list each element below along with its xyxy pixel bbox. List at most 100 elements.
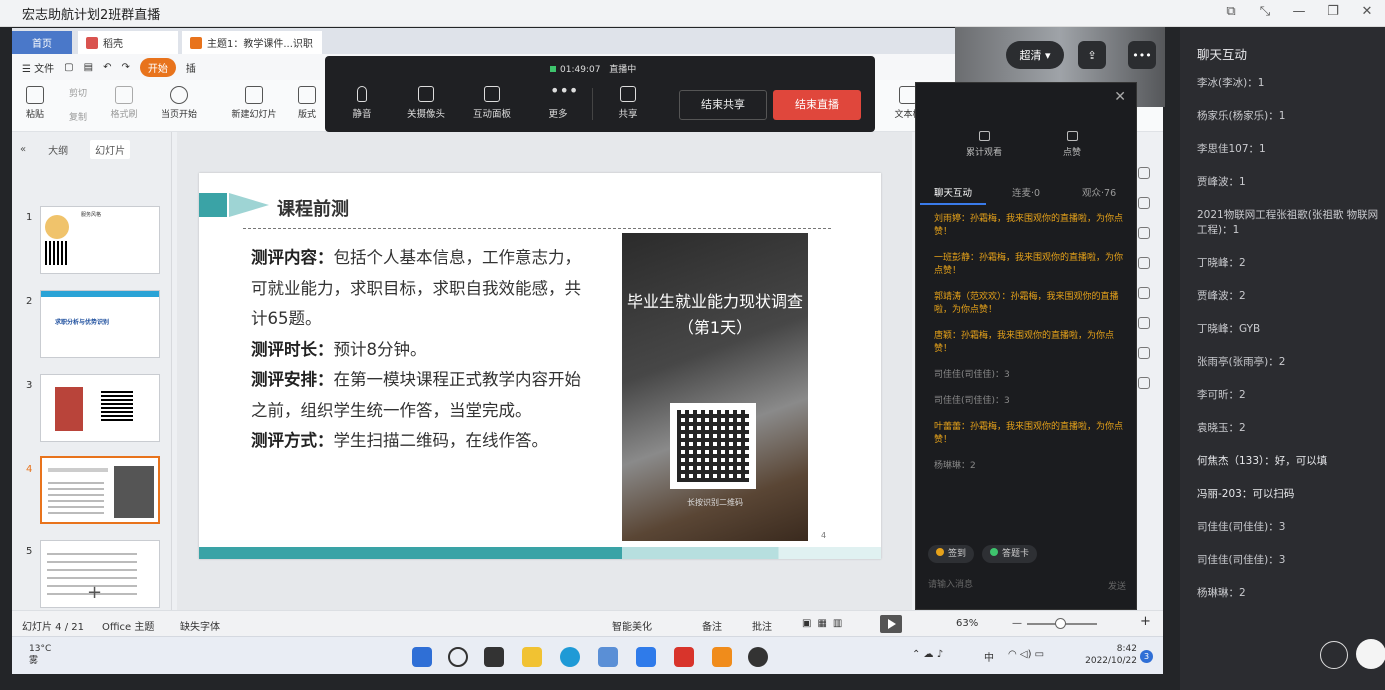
- end-share-button[interactable]: 结束共享: [679, 90, 767, 120]
- comments-button[interactable]: 批注: [752, 618, 772, 633]
- more-label: 更多: [548, 109, 568, 120]
- wps-icon[interactable]: [674, 647, 694, 667]
- app-icon[interactable]: [712, 647, 732, 667]
- add-slide-button[interactable]: +: [87, 582, 102, 603]
- layout-button[interactable]: 版式: [292, 86, 322, 120]
- slide-thumbnail-3[interactable]: [40, 374, 160, 442]
- weather-widget[interactable]: 13°C 雾: [29, 643, 51, 667]
- slide-thumbnail-4[interactable]: [40, 456, 160, 524]
- undo-icon[interactable]: ↶: [103, 62, 111, 73]
- photo-title: 毕业生就业能力现状调查（第1天）: [626, 292, 803, 337]
- interaction-panel-button[interactable]: 互动面板: [465, 86, 519, 120]
- notification-badge[interactable]: 3: [1140, 650, 1153, 663]
- share-button[interactable]: 共享: [601, 86, 655, 120]
- close-icon[interactable]: ✕: [1359, 4, 1375, 19]
- restore-icon[interactable]: ❐: [1325, 4, 1341, 19]
- network-volume-icons[interactable]: ◠ ◁) ▭: [1008, 649, 1044, 660]
- tool-icon[interactable]: [1138, 287, 1150, 299]
- signin-button[interactable]: 签到: [928, 545, 975, 563]
- minimize-icon[interactable]: —: [1291, 4, 1307, 19]
- link-icon[interactable]: [1320, 641, 1348, 669]
- tab-audience[interactable]: 观众·76: [1082, 185, 1116, 199]
- chat-message: 贾峰波：1: [1197, 176, 1246, 188]
- paste-button[interactable]: 粘贴: [20, 86, 50, 120]
- save-icon[interactable]: ▢: [64, 62, 73, 73]
- camera-off-button[interactable]: 关摄像头: [399, 86, 453, 120]
- tool-icon[interactable]: [1138, 197, 1150, 209]
- wps-tab-home[interactable]: 首页: [12, 31, 72, 54]
- print-icon[interactable]: ▤: [84, 62, 93, 73]
- tool-icon[interactable]: [1138, 347, 1150, 359]
- pip-icon[interactable]: ⧉: [1223, 4, 1239, 19]
- overlay-message-input[interactable]: 请输入消息: [928, 577, 973, 590]
- tool-icon[interactable]: [1138, 167, 1150, 179]
- zoom-slider-knob[interactable]: [1055, 618, 1066, 629]
- start-icon[interactable]: [412, 647, 432, 667]
- like-icon[interactable]: [1356, 639, 1385, 669]
- tool-icon[interactable]: [1138, 377, 1150, 389]
- tool-icon[interactable]: [1138, 227, 1150, 239]
- file-menu[interactable]: ☰ 文件: [22, 60, 54, 75]
- redo-icon[interactable]: ↷: [121, 62, 129, 73]
- start-tab[interactable]: 开始: [139, 57, 176, 77]
- overlay-message: 一班彭静：孙霜梅，我来围观你的直播啦，为你点赞！: [934, 253, 1124, 276]
- zoom-level[interactable]: 63%: [956, 618, 978, 629]
- cut-button[interactable]: 剪切: [58, 86, 98, 99]
- thumb-title: 服务风格: [81, 212, 102, 218]
- mute-button[interactable]: 静音: [335, 86, 389, 120]
- copy-button[interactable]: 复制: [58, 110, 98, 123]
- close-icon[interactable]: ✕: [1114, 89, 1126, 105]
- media-player-icon[interactable]: [748, 647, 768, 667]
- chat-message: 杨琳琳：2: [1197, 587, 1246, 599]
- more-options-button[interactable]: •••: [1128, 41, 1156, 69]
- overlay-send-button[interactable]: 发送: [1108, 579, 1126, 592]
- answer-card-button[interactable]: 答题卡: [982, 545, 1038, 563]
- task-view-icon[interactable]: [484, 647, 504, 667]
- slide-thumbnail-2[interactable]: 求职分析与优势识别: [40, 290, 160, 358]
- slides-tab[interactable]: 幻灯片: [90, 140, 131, 159]
- fullscreen-icon[interactable]: ⤡: [1257, 4, 1273, 19]
- share-out-button[interactable]: ⇪: [1078, 41, 1106, 69]
- missing-font-button[interactable]: 缺失字体: [180, 618, 220, 633]
- overlay-message: 唐颖：孙霜梅，我来围观你的直播啦，为你点赞！: [934, 331, 1115, 354]
- format-painter-button[interactable]: 格式刷: [104, 86, 144, 120]
- theme-name: Office 主题: [102, 622, 155, 633]
- layout-icon: [298, 86, 316, 104]
- view-mode-icons[interactable]: ▣▦▥: [802, 618, 848, 629]
- tab-chat[interactable]: 聊天互动: [934, 185, 972, 199]
- insert-tab[interactable]: 插: [186, 60, 196, 75]
- edge-icon[interactable]: [560, 647, 580, 667]
- search-icon[interactable]: [448, 647, 468, 667]
- tray-icons[interactable]: ⌃ ☁ ♪: [912, 649, 943, 660]
- wps-tab-document[interactable]: 主题1：教学课件...识职: [182, 31, 322, 54]
- wps-tab-daoke[interactable]: 稻壳: [78, 31, 178, 54]
- current-slide[interactable]: 课程前测 测评内容：包括个人基本信息，工作意志力，可就业能力，求职目标，求职自我…: [199, 173, 881, 559]
- end-live-button[interactable]: 结束直播: [773, 90, 861, 120]
- notes-button[interactable]: 备注: [702, 618, 722, 633]
- active-tab-indicator: [920, 203, 986, 205]
- zoom-out-button[interactable]: —: [1012, 618, 1022, 629]
- tool-icon[interactable]: [1138, 317, 1150, 329]
- folder-icon[interactable]: [522, 647, 542, 667]
- collapse-panel-icon[interactable]: «: [20, 144, 26, 155]
- remote-icon[interactable]: [598, 647, 618, 667]
- live-interaction-overlay: ✕ 累计观看 点赞 聊天互动 连麦·0 观众·76 刘雨婷：孙霜梅，我来围观你的…: [915, 82, 1137, 610]
- taskbar-clock[interactable]: 8:42 2022/10/22: [1085, 643, 1137, 667]
- chat-message: 冯丽-203：可以扫码: [1197, 488, 1295, 500]
- more-button[interactable]: ••• 更多: [531, 83, 585, 121]
- tool-icon[interactable]: [1138, 257, 1150, 269]
- new-slide-button[interactable]: 新建幻灯片: [224, 86, 284, 120]
- smart-beautify-button[interactable]: 智能美化: [612, 618, 652, 633]
- tab-mic[interactable]: 连麦·0: [1012, 185, 1040, 199]
- slide-thumbnail-1[interactable]: 服务风格: [40, 206, 160, 274]
- outline-tab[interactable]: 大纲: [48, 142, 68, 157]
- zoom-slider[interactable]: [1027, 618, 1097, 629]
- ime-indicator[interactable]: 中: [984, 649, 994, 664]
- zoom-in-button[interactable]: +: [1140, 614, 1151, 629]
- live-status: 01:49:07 直播中: [550, 62, 636, 75]
- play-from-current-button[interactable]: 当页开始: [152, 86, 206, 120]
- tencent-meeting-icon[interactable]: [636, 647, 656, 667]
- quality-selector[interactable]: 超清 ▾: [1006, 41, 1064, 69]
- slideshow-play-button[interactable]: [880, 615, 902, 633]
- new-slide-label: 新建幻灯片: [231, 110, 277, 120]
